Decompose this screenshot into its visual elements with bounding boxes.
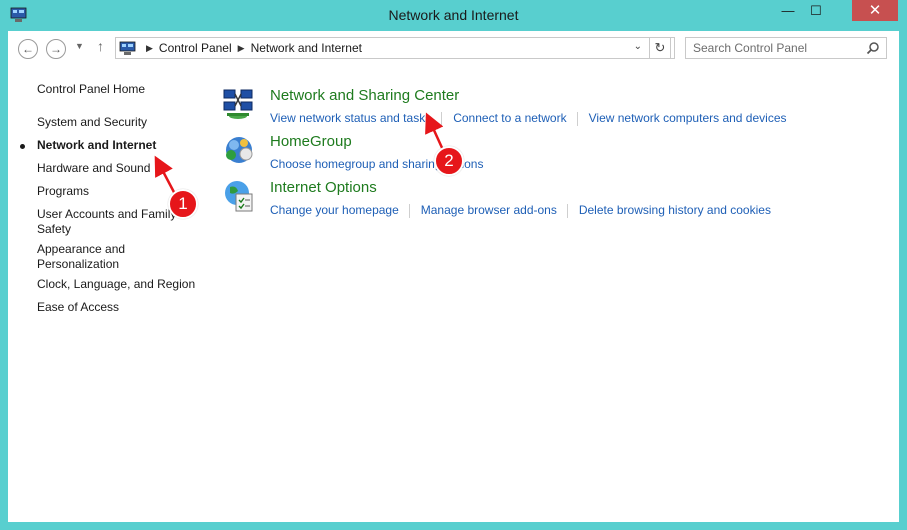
divider bbox=[566, 204, 568, 218]
link-connect-to-network[interactable]: Connect to a network bbox=[453, 111, 576, 126]
internet-options-icon[interactable] bbox=[222, 179, 256, 213]
homegroup-icon[interactable] bbox=[222, 133, 256, 167]
sidebar-item-clock-language-region[interactable]: Clock, Language, and Region bbox=[37, 277, 197, 292]
sidebar-item-user-accounts[interactable]: User Accounts and Family Safety bbox=[37, 207, 182, 237]
category-title[interactable]: HomeGroup bbox=[270, 133, 352, 150]
minimize-button[interactable]: — bbox=[775, 0, 801, 21]
back-button[interactable]: ← bbox=[18, 39, 38, 59]
link-delete-browsing-history[interactable]: Delete browsing history and cookies bbox=[579, 203, 781, 218]
current-page-bullet bbox=[20, 144, 25, 149]
back-arrow-icon: ← bbox=[22, 42, 34, 56]
link-manage-addons[interactable]: Manage browser add-ons bbox=[421, 203, 567, 218]
close-button[interactable]: ✕ bbox=[852, 0, 898, 21]
address-bar: ← → ▼ ↑ ▶ Control Panel ▶ Network and In… bbox=[8, 31, 899, 67]
window-title: Network and Internet bbox=[388, 7, 519, 23]
search-icon[interactable] bbox=[866, 41, 880, 55]
breadcrumb[interactable]: ▶ Control Panel ▶ Network and Internet ⌄ bbox=[115, 37, 675, 59]
forward-button[interactable]: → bbox=[46, 39, 66, 59]
divider bbox=[576, 112, 578, 126]
control-panel-window: Network and Internet — ☐ ✕ ← → ▼ ↑ ▶ Con… bbox=[0, 0, 907, 530]
up-button[interactable]: ↑ bbox=[97, 38, 104, 54]
forward-arrow-icon: → bbox=[50, 42, 62, 56]
sidebar-item-network-and-internet[interactable]: Network and Internet bbox=[20, 138, 197, 153]
category-links: View network status and tasks Connect to… bbox=[270, 111, 797, 126]
annotation-marker-1: 1 bbox=[168, 189, 198, 219]
sidebar-item-system-and-security[interactable]: System and Security bbox=[37, 115, 197, 130]
maximize-button[interactable]: ☐ bbox=[803, 0, 829, 21]
chevron-right-icon[interactable]: ▶ bbox=[238, 43, 245, 54]
recent-locations-dropdown[interactable]: ▼ bbox=[75, 41, 84, 51]
link-view-network-status[interactable]: View network status and tasks bbox=[270, 111, 441, 126]
chevron-right-icon[interactable]: ▶ bbox=[146, 43, 153, 54]
sidebar-item-ease-of-access[interactable]: Ease of Access bbox=[37, 300, 197, 315]
refresh-button[interactable]: ↻ bbox=[649, 37, 671, 59]
sidebar-item-appearance[interactable]: Appearance and Personalization bbox=[37, 242, 137, 272]
title-bar[interactable]: Network and Internet — ☐ ✕ bbox=[0, 0, 907, 31]
category-links: Change your homepage Manage browser add-… bbox=[270, 203, 781, 218]
refresh-icon: ↻ bbox=[654, 40, 666, 55]
category-title[interactable]: Network and Sharing Center bbox=[270, 87, 459, 104]
divider bbox=[441, 112, 443, 126]
network-sharing-icon[interactable] bbox=[222, 87, 256, 121]
link-view-network-computers[interactable]: View network computers and devices bbox=[589, 111, 797, 126]
control-panel-icon bbox=[119, 41, 136, 55]
up-arrow-icon: ↑ bbox=[97, 38, 104, 54]
chevron-down-icon: ▼ bbox=[75, 41, 84, 51]
breadcrumb-control-panel[interactable]: Control Panel bbox=[159, 41, 232, 55]
category-title[interactable]: Internet Options bbox=[270, 179, 377, 196]
sidebar-item-hardware-and-sound[interactable]: Hardware and Sound bbox=[37, 161, 197, 176]
annotation-marker-2: 2 bbox=[434, 146, 464, 176]
divider bbox=[408, 204, 410, 218]
address-dropdown-icon[interactable]: ⌄ bbox=[634, 41, 642, 52]
client-area: ← → ▼ ↑ ▶ Control Panel ▶ Network and In… bbox=[8, 31, 899, 522]
search-box[interactable] bbox=[685, 37, 887, 59]
sidebar-item-control-panel-home[interactable]: Control Panel Home bbox=[37, 82, 197, 97]
search-input[interactable] bbox=[693, 40, 863, 56]
breadcrumb-network-and-internet[interactable]: Network and Internet bbox=[251, 41, 362, 55]
link-change-homepage[interactable]: Change your homepage bbox=[270, 203, 409, 218]
sidebar-item-label: Network and Internet bbox=[37, 138, 157, 152]
